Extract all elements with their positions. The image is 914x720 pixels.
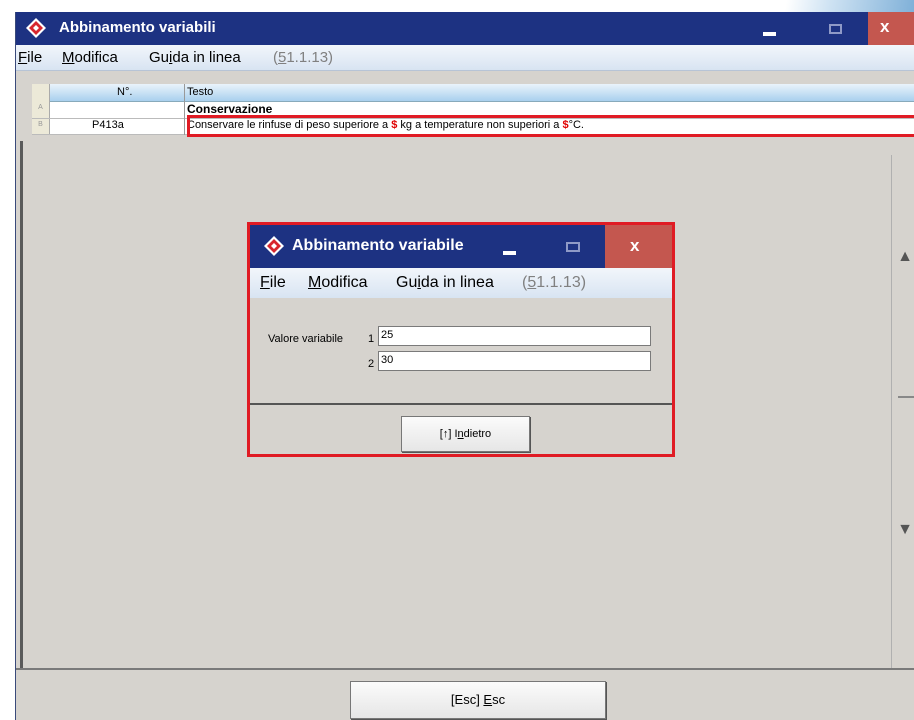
esc-button[interactable]: [Esc] Esc [350,681,606,719]
table-row-a-text[interactable]: Conservazione [187,102,272,116]
grid-header: N°. Testo [32,84,914,102]
dialog-version-label: (51.1.13) [522,274,587,291]
field-index-2: 2 [368,358,375,370]
dialog-menu-guida[interactable]: Guida in linea [396,274,494,292]
version-label: (51.1.13) [273,49,334,66]
field-index-1: 1 [368,333,375,345]
minimize-icon [503,251,516,255]
row-marker-a: A [38,104,43,111]
left-border [20,141,23,720]
minimize-button[interactable] [738,12,802,45]
scroll-down-icon[interactable]: ▼ [892,521,914,539]
dialog-divider [250,403,672,405]
back-button[interactable]: [↑] Indietro [401,416,530,452]
app-diamond-icon [264,236,284,256]
vertical-scrollbar[interactable] [891,155,914,720]
table-row-b-number[interactable]: P413a [92,119,124,131]
variable-dialog: Abbinamento variabile x File Modifica Gu… [247,222,675,457]
dialog-menu-file[interactable]: File [260,274,286,292]
column-header-text[interactable]: Testo [187,86,213,98]
close-button[interactable]: x [868,12,914,45]
dialog-close-button[interactable]: x [605,225,672,268]
selected-row-highlight [187,115,914,137]
main-titlebar[interactable]: Abbinamento variabili x [16,12,914,45]
dialog-menu-modifica[interactable]: Modifica [308,274,368,292]
row-marker-b: B [38,121,43,128]
close-icon: x [630,236,640,255]
dialog-titlebar[interactable]: Abbinamento variabile x [250,225,672,268]
dialog-title: Abbinamento variabile [292,237,464,254]
scrollbar-separator [898,396,914,398]
menu-modifica[interactable]: Modifica [62,49,118,66]
main-footer: [Esc] Esc [16,668,914,720]
maximize-icon [829,24,842,34]
dialog-maximize-button[interactable] [544,225,604,268]
scroll-up-icon[interactable]: ▲ [892,248,914,266]
variable-value-1-input[interactable]: 25 [378,326,651,346]
app-diamond-icon [26,18,46,38]
main-menubar: File Modifica Guida in linea (51.1.13) [16,45,914,71]
variable-value-2-input[interactable]: 30 [378,351,651,371]
variable-value-label: Valore variabile [268,333,344,345]
close-icon: x [880,17,890,36]
column-divider [184,84,185,135]
menu-file[interactable]: File [18,49,42,66]
minimize-icon [763,32,776,36]
maximize-icon [566,242,580,252]
maximize-button[interactable] [803,12,867,45]
menu-guida[interactable]: Guida in linea [149,49,241,66]
dialog-menubar: File Modifica Guida in linea (51.1.13) [250,268,672,298]
column-header-number[interactable]: N°. [117,86,132,98]
dialog-minimize-button[interactable] [476,225,544,268]
main-window-title: Abbinamento variabili [59,19,216,36]
